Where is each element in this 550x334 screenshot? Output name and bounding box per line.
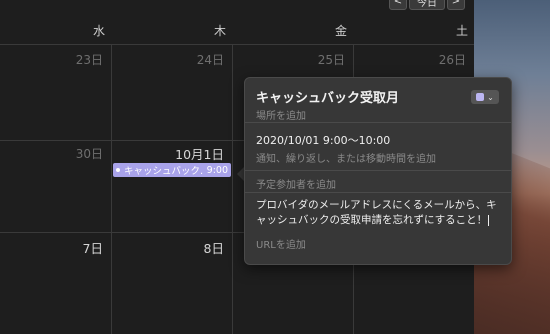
grid-line: [111, 44, 112, 334]
grid-line: [0, 44, 474, 45]
today-label: 今日: [417, 0, 437, 9]
weekday-wed: 水: [93, 24, 106, 38]
day-cell-30[interactable]: 30日: [63, 145, 103, 162]
chevron-right-icon: >: [451, 0, 461, 7]
day-cell-oct-1[interactable]: 10月1日: [164, 144, 224, 163]
popover-arrow: [237, 167, 244, 181]
event-dot-icon: [116, 168, 120, 172]
day-cell-25[interactable]: 25日: [305, 51, 345, 68]
event-pill[interactable]: キャッシュバック… 9:00: [113, 163, 231, 177]
url-field[interactable]: URLを追加: [256, 236, 306, 251]
event-time: 9:00: [206, 164, 228, 176]
divider: [245, 170, 511, 171]
weekday-sat: 土: [456, 24, 469, 38]
chevron-down-icon: ⌄: [487, 92, 494, 102]
chevron-left-icon: <: [393, 0, 403, 7]
event-detail-popover: キャッシュバック受取月 場所を追加 ⌄ 2020/10/01 9:00〜10:0…: [244, 77, 512, 265]
day-cell-26[interactable]: 26日: [426, 51, 466, 68]
weekday-thu: 木: [214, 24, 227, 38]
text-cursor: [488, 214, 490, 226]
alert-repeat-field[interactable]: 通知、繰り返し、または移動時間を追加: [256, 150, 436, 165]
day-cell-7[interactable]: 7日: [63, 238, 103, 257]
grid-line: [232, 44, 233, 334]
calendar-color-picker[interactable]: ⌄: [471, 90, 499, 104]
day-cell-23[interactable]: 23日: [63, 51, 103, 68]
event-title: キャッシュバック…: [124, 166, 204, 177]
previous-button[interactable]: <: [389, 0, 407, 10]
next-button[interactable]: >: [447, 0, 465, 10]
today-button[interactable]: 今日: [409, 0, 445, 10]
divider: [245, 122, 511, 123]
day-cell-24[interactable]: 24日: [184, 51, 224, 68]
event-title-field[interactable]: キャッシュバック受取月: [256, 87, 399, 106]
day-cell-8[interactable]: 8日: [184, 238, 224, 257]
location-field[interactable]: 場所を追加: [256, 107, 306, 122]
notes-text: プロバイダのメールアドレスにくるメールから、キャッシュバックの受取申請を忘れずに…: [256, 199, 497, 226]
invitees-field[interactable]: 予定参加者を追加: [256, 176, 336, 191]
weekday-fri: 金: [335, 24, 348, 38]
event-datetime-field[interactable]: 2020/10/01 9:00〜10:00: [256, 132, 390, 148]
divider: [245, 192, 511, 193]
notes-field[interactable]: プロバイダのメールアドレスにくるメールから、キャッシュバックの受取申請を忘れずに…: [256, 198, 501, 228]
color-swatch-icon: [476, 93, 485, 101]
